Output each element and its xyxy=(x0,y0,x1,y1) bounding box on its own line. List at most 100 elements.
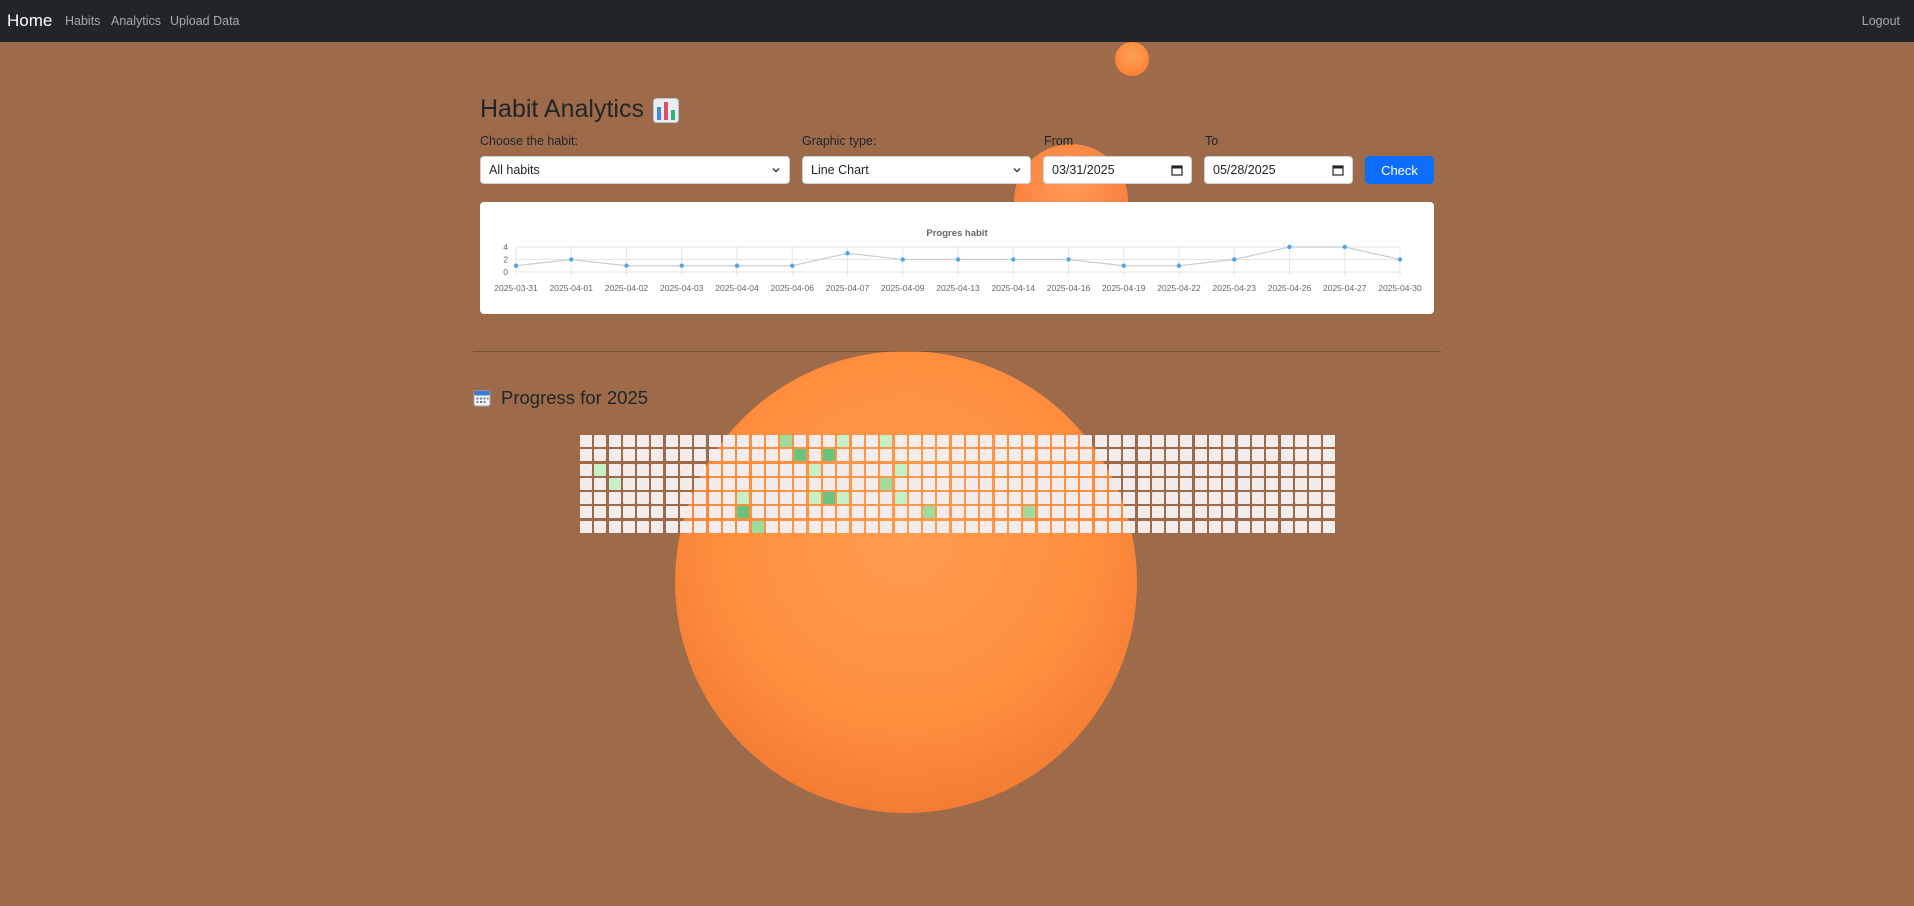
heatmap-day-cell[interactable] xyxy=(880,449,893,462)
heatmap-day-cell[interactable] xyxy=(1294,506,1307,519)
heatmap-day-cell[interactable] xyxy=(1209,449,1222,462)
heatmap-day-cell[interactable] xyxy=(637,520,650,533)
heatmap-day-cell[interactable] xyxy=(1123,463,1136,476)
heatmap-day-cell[interactable] xyxy=(880,435,893,447)
heatmap-day-cell[interactable] xyxy=(1209,477,1222,490)
heatmap-day-cell[interactable] xyxy=(1294,449,1307,462)
from-date-input[interactable]: 03/31/2025 xyxy=(1043,156,1192,184)
heatmap-day-cell[interactable] xyxy=(823,492,836,505)
heatmap-day-cell[interactable] xyxy=(837,492,850,505)
heatmap-day-cell[interactable] xyxy=(994,506,1007,519)
heatmap-day-cell[interactable] xyxy=(823,435,836,447)
nav-link-habits[interactable]: Habits xyxy=(65,14,100,28)
heatmap-day-cell[interactable] xyxy=(594,506,607,519)
heatmap-day-cell[interactable] xyxy=(794,492,807,505)
heatmap-day-cell[interactable] xyxy=(851,477,864,490)
heatmap-day-cell[interactable] xyxy=(651,435,664,447)
heatmap-day-cell[interactable] xyxy=(923,506,936,519)
heatmap-day-cell[interactable] xyxy=(1294,477,1307,490)
heatmap-day-cell[interactable] xyxy=(708,477,721,490)
heatmap-day-cell[interactable] xyxy=(1251,477,1264,490)
heatmap-day-cell[interactable] xyxy=(894,449,907,462)
heatmap-day-cell[interactable] xyxy=(1008,463,1021,476)
heatmap-day-cell[interactable] xyxy=(1237,520,1250,533)
heatmap-day-cell[interactable] xyxy=(1223,520,1236,533)
heatmap-day-cell[interactable] xyxy=(1080,492,1093,505)
heatmap-day-cell[interactable] xyxy=(594,449,607,462)
heatmap-day-cell[interactable] xyxy=(608,449,621,462)
heatmap-day-cell[interactable] xyxy=(1223,463,1236,476)
heatmap-day-cell[interactable] xyxy=(1066,435,1079,447)
heatmap-day-cell[interactable] xyxy=(1280,435,1293,447)
heatmap-day-cell[interactable] xyxy=(1051,477,1064,490)
heatmap-day-cell[interactable] xyxy=(794,520,807,533)
heatmap-day-cell[interactable] xyxy=(780,435,793,447)
heatmap-day-cell[interactable] xyxy=(851,449,864,462)
habit-select[interactable]: All habits xyxy=(480,156,790,184)
heatmap-day-cell[interactable] xyxy=(937,520,950,533)
heatmap-day-cell[interactable] xyxy=(1008,492,1021,505)
heatmap-day-cell[interactable] xyxy=(894,520,907,533)
heatmap-day-cell[interactable] xyxy=(637,435,650,447)
heatmap-day-cell[interactable] xyxy=(1323,520,1336,533)
heatmap-day-cell[interactable] xyxy=(1137,463,1150,476)
heatmap-day-cell[interactable] xyxy=(1108,449,1121,462)
heatmap-day-cell[interactable] xyxy=(780,520,793,533)
heatmap-day-cell[interactable] xyxy=(1194,463,1207,476)
heatmap-day-cell[interactable] xyxy=(980,463,993,476)
heatmap-day-cell[interactable] xyxy=(865,492,878,505)
heatmap-day-cell[interactable] xyxy=(608,463,621,476)
heatmap-day-cell[interactable] xyxy=(980,492,993,505)
heatmap-day-cell[interactable] xyxy=(1280,506,1293,519)
heatmap-day-cell[interactable] xyxy=(708,435,721,447)
heatmap-day-cell[interactable] xyxy=(737,520,750,533)
heatmap-day-cell[interactable] xyxy=(722,520,735,533)
heatmap-day-cell[interactable] xyxy=(737,492,750,505)
heatmap-day-cell[interactable] xyxy=(1237,506,1250,519)
heatmap-day-cell[interactable] xyxy=(765,520,778,533)
heatmap-day-cell[interactable] xyxy=(1194,435,1207,447)
heatmap-day-cell[interactable] xyxy=(1037,463,1050,476)
heatmap-day-cell[interactable] xyxy=(737,506,750,519)
heatmap-day-cell[interactable] xyxy=(1223,492,1236,505)
heatmap-day-cell[interactable] xyxy=(1180,435,1193,447)
chart-data-point[interactable] xyxy=(955,257,961,262)
heatmap-day-cell[interactable] xyxy=(966,477,979,490)
chart-data-point[interactable] xyxy=(1342,244,1347,250)
heatmap-day-cell[interactable] xyxy=(966,463,979,476)
heatmap-day-cell[interactable] xyxy=(923,492,936,505)
check-button[interactable]: Check xyxy=(1365,156,1434,184)
chart-data-point[interactable] xyxy=(1066,257,1071,262)
chart-data-point[interactable] xyxy=(679,263,684,268)
heatmap-day-cell[interactable] xyxy=(880,506,893,519)
heatmap-day-cell[interactable] xyxy=(1309,492,1322,505)
heatmap-day-cell[interactable] xyxy=(851,492,864,505)
heatmap-day-cell[interactable] xyxy=(1251,492,1264,505)
nav-link-analytics[interactable]: Analytics xyxy=(111,14,161,28)
heatmap-day-cell[interactable] xyxy=(608,506,621,519)
heatmap-day-cell[interactable] xyxy=(823,506,836,519)
heatmap-day-cell[interactable] xyxy=(908,435,921,447)
heatmap-day-cell[interactable] xyxy=(1080,449,1093,462)
heatmap-day-cell[interactable] xyxy=(751,435,764,447)
heatmap-day-cell[interactable] xyxy=(1108,520,1121,533)
heatmap-day-cell[interactable] xyxy=(637,449,650,462)
heatmap-day-cell[interactable] xyxy=(1123,477,1136,490)
heatmap-day-cell[interactable] xyxy=(665,477,678,490)
heatmap-day-cell[interactable] xyxy=(1180,449,1193,462)
heatmap-day-cell[interactable] xyxy=(737,449,750,462)
heatmap-day-cell[interactable] xyxy=(651,477,664,490)
nav-link-upload-data[interactable]: Upload Data xyxy=(170,14,240,28)
heatmap-day-cell[interactable] xyxy=(823,520,836,533)
heatmap-day-cell[interactable] xyxy=(1051,435,1064,447)
heatmap-day-cell[interactable] xyxy=(1080,435,1093,447)
heatmap-day-cell[interactable] xyxy=(580,506,592,519)
heatmap-day-cell[interactable] xyxy=(1266,477,1279,490)
heatmap-day-cell[interactable] xyxy=(1266,492,1279,505)
heatmap-day-cell[interactable] xyxy=(1037,520,1050,533)
heatmap-day-cell[interactable] xyxy=(680,492,693,505)
heatmap-day-cell[interactable] xyxy=(880,477,893,490)
heatmap-day-cell[interactable] xyxy=(1066,506,1079,519)
heatmap-day-cell[interactable] xyxy=(923,449,936,462)
heatmap-day-cell[interactable] xyxy=(1166,492,1179,505)
